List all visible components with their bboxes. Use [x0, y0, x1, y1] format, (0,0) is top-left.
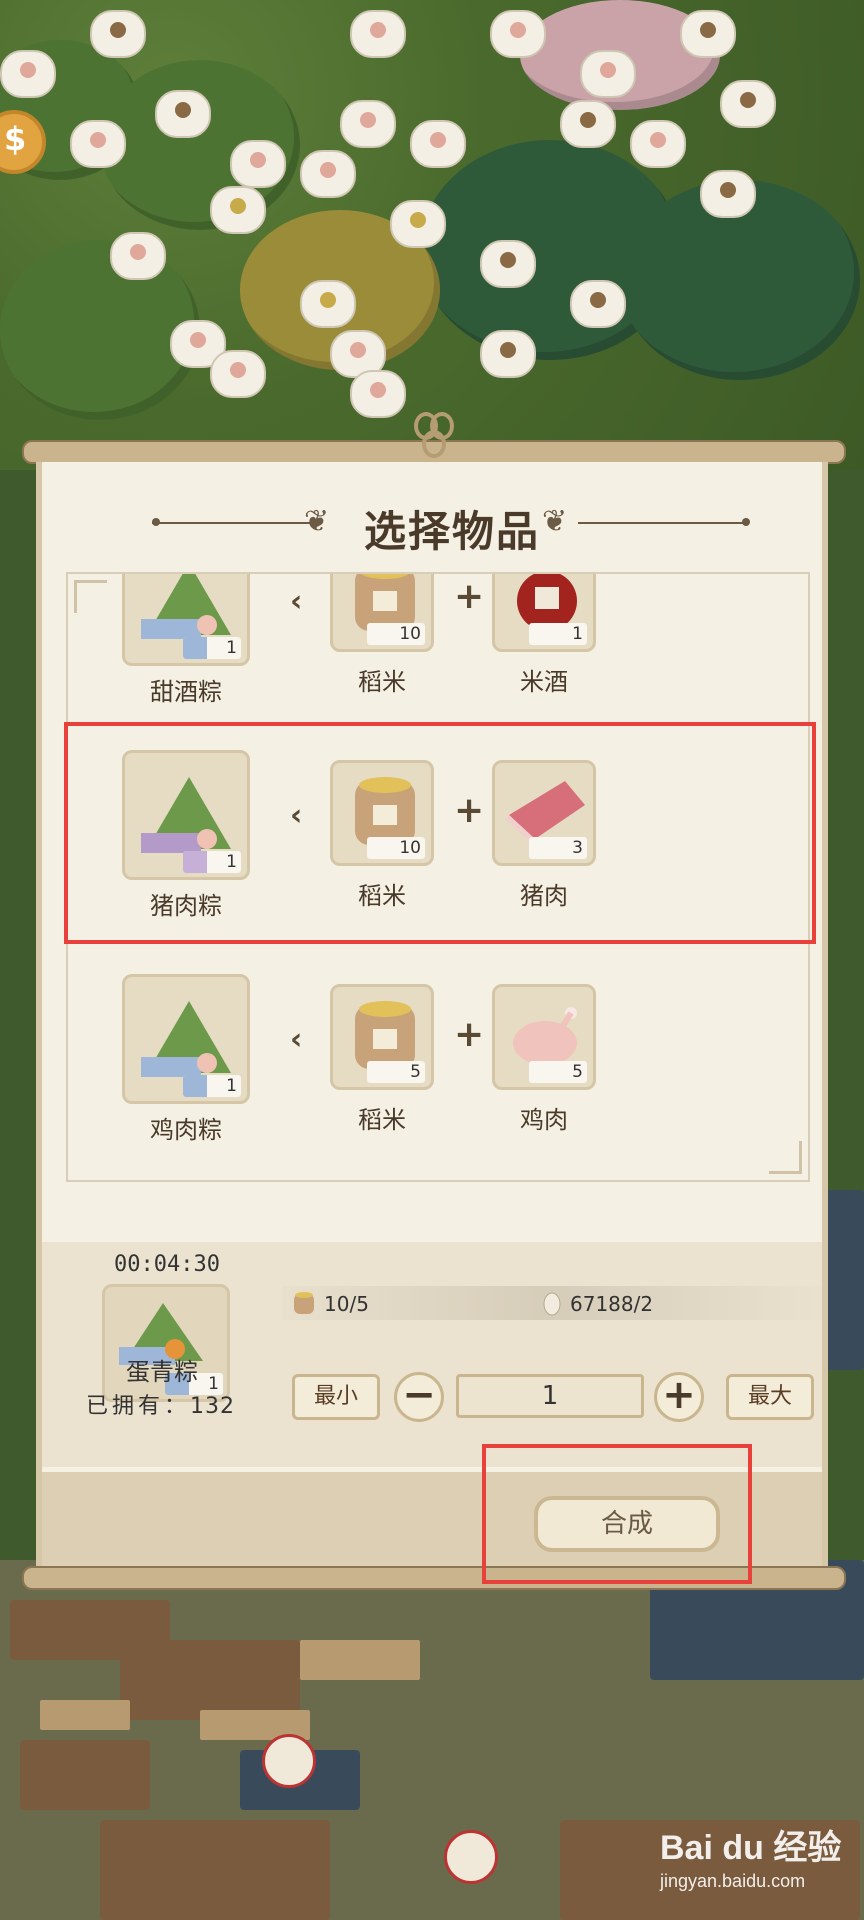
crop-bubble[interactable]	[340, 100, 396, 148]
craft-detail: 00:04:30 1 蛋青粽 已拥有：132 10/5 67188/2 最小 −…	[42, 1242, 822, 1467]
item-count: 1	[529, 623, 587, 645]
building-roof	[20, 1740, 150, 1810]
building-roof	[100, 1820, 330, 1920]
slot-frame: 5	[492, 984, 596, 1090]
crop-bubble[interactable]	[210, 186, 266, 234]
item-count: 5	[367, 1061, 425, 1083]
ornament-swirl-icon: ❦	[304, 504, 330, 539]
scroll-knot-icon	[412, 412, 454, 458]
panel-header: ❦ 选择物品 ❦	[42, 492, 822, 556]
recipe-row-sweet-wine-zongzi[interactable]: 1 甜酒粽 ‹ 10 稻米 + 1 米酒	[68, 574, 808, 716]
product-name: 鸡肉粽	[150, 1116, 222, 1144]
select-item-panel: ❦ 选择物品 ❦ 1 甜酒粽 ‹ 10 稻米 + 1 米酒 1 猪肉粽 ‹ 10…	[36, 462, 828, 1572]
crop-bubble[interactable]	[300, 280, 356, 328]
crop-bubble[interactable]	[720, 80, 776, 128]
crop-bubble[interactable]	[70, 120, 126, 168]
item-count: 10	[367, 623, 425, 645]
ornament-line	[152, 522, 322, 524]
zongzi-icon	[141, 574, 231, 639]
quantity-field[interactable]: 1	[456, 1374, 644, 1418]
ingredient-name: 鸡肉	[520, 1106, 568, 1134]
crop-bubble[interactable]	[480, 240, 536, 288]
crop-bubble[interactable]	[480, 330, 536, 378]
owned-count: 已拥有：132	[86, 1388, 235, 1420]
owned-label: 已拥有：	[86, 1394, 191, 1419]
crop-bubble[interactable]	[90, 10, 146, 58]
crop-bubble[interactable]	[680, 10, 736, 58]
crop-bubble[interactable]	[155, 90, 211, 138]
watermark-url: jingyan.baidu.com	[660, 1871, 806, 1891]
ingredient-name: 稻米	[358, 1106, 406, 1134]
market-stall	[300, 1640, 420, 1680]
building-roof	[120, 1640, 300, 1720]
rice-sack-icon	[292, 1290, 316, 1321]
slot-frame: 5	[330, 984, 434, 1090]
item-count: 1	[183, 1075, 241, 1097]
shop-marker-icon[interactable]	[444, 1830, 498, 1884]
market-stall	[40, 1700, 130, 1730]
selected-item-name: 蛋青粽	[126, 1358, 198, 1386]
crop-bubble[interactable]	[630, 120, 686, 168]
plus-icon: +	[454, 576, 485, 617]
chicken-icon	[513, 1007, 577, 1065]
requirement-egg: 67188/2	[542, 1290, 653, 1321]
crop-bubble[interactable]	[390, 200, 446, 248]
plus-icon: +	[454, 1014, 485, 1055]
tree	[0, 240, 200, 420]
ingredient-name: 稻米	[358, 668, 406, 696]
zongzi-icon	[141, 1001, 231, 1077]
min-button[interactable]: 最小	[292, 1374, 380, 1420]
item-count: 1	[183, 637, 241, 659]
shop-marker-icon[interactable]	[262, 1734, 316, 1788]
highlight-synthesize-button	[482, 1444, 752, 1584]
requirement-value: 67188/2	[570, 1292, 654, 1316]
crop-bubble[interactable]	[700, 170, 756, 218]
owned-value: 132	[190, 1394, 236, 1419]
crop-bubble[interactable]	[0, 50, 56, 98]
highlight-selected-recipe	[64, 722, 816, 944]
crop-bubble[interactable]	[350, 10, 406, 58]
ingredient-name: 米酒	[520, 668, 568, 696]
crop-bubble[interactable]	[490, 10, 546, 58]
ornament-line	[578, 522, 748, 524]
crop-bubble[interactable]	[350, 370, 406, 418]
product-name: 甜酒粽	[150, 678, 222, 706]
item-count: 5	[529, 1061, 587, 1083]
watermark-brand: Bai du 经验	[660, 1829, 842, 1867]
ornament-dot	[742, 518, 750, 526]
slot-frame: 1	[122, 574, 250, 666]
arrow-left-icon: ‹	[290, 1022, 303, 1057]
crop-bubble[interactable]	[580, 50, 636, 98]
plus-button[interactable]: +	[654, 1372, 704, 1422]
minus-button[interactable]: −	[394, 1372, 444, 1422]
slot-frame: 1	[122, 974, 250, 1104]
crop-bubble[interactable]	[560, 100, 616, 148]
slot-frame: 1	[492, 574, 596, 652]
arrow-left-icon: ‹	[290, 584, 303, 619]
crop-bubble[interactable]	[410, 120, 466, 168]
requirement-rice: 10/5	[292, 1290, 369, 1321]
crop-bubble[interactable]	[300, 150, 356, 198]
requirement-value: 10/5	[324, 1292, 369, 1316]
ornament-swirl-icon: ❦	[542, 504, 568, 539]
crop-bubble[interactable]	[230, 140, 286, 188]
max-button[interactable]: 最大	[726, 1374, 814, 1420]
crop-bubble[interactable]	[570, 280, 626, 328]
slot-frame: 10	[330, 574, 434, 652]
crop-bubble[interactable]	[210, 350, 266, 398]
baidu-watermark: Bai du 经验 jingyan.baidu.com	[660, 1820, 860, 1910]
crop-bubble[interactable]	[110, 232, 166, 280]
egg-icon	[542, 1290, 562, 1321]
panel-title: 选择物品	[363, 507, 540, 556]
craft-timer: 00:04:30	[114, 1252, 220, 1277]
recipe-row-chicken-zongzi[interactable]: 1 鸡肉粽 ‹ 5 稻米 + 5 鸡肉	[68, 974, 808, 1154]
